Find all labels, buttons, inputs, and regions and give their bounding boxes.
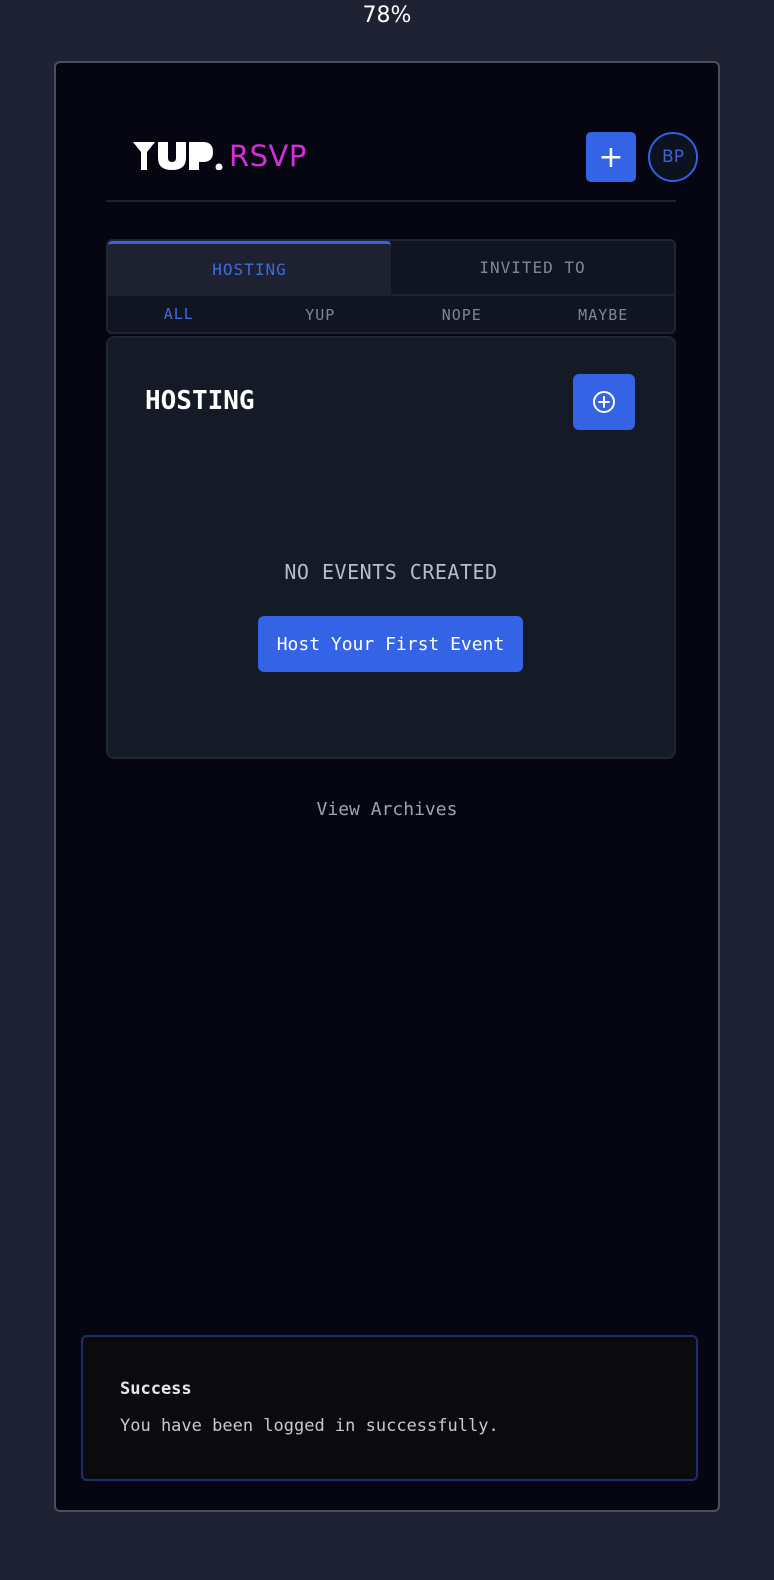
plus-icon: + (598, 139, 624, 175)
tabs-container: HOSTING INVITED TO ALL YUP NOPE MAYBE (106, 239, 676, 334)
filter-all[interactable]: ALL (108, 296, 250, 332)
logo-rsvp: RSVP (229, 139, 307, 173)
filter-maybe[interactable]: MAYBE (533, 296, 675, 332)
empty-state-text: NO EVENTS CREATED (284, 560, 498, 584)
plus-circle-icon (593, 391, 615, 413)
filter-yup[interactable]: YUP (250, 296, 392, 332)
app-frame: RSVP + BP HOSTING INVITED TO ALL YUP NOP… (54, 61, 720, 1512)
view-archives-link[interactable]: View Archives (56, 799, 718, 820)
tab-invited-to[interactable]: INVITED TO (391, 241, 674, 294)
add-event-button[interactable]: + (586, 132, 636, 182)
host-first-event-button[interactable]: Host Your First Event (258, 616, 523, 672)
zoom-level: 78% (362, 3, 412, 28)
avatar[interactable]: BP (648, 132, 698, 182)
toast-message: You have been logged in successfully. (120, 1416, 499, 1436)
toast-title: Success (120, 1379, 192, 1399)
logo-yup-mark (133, 142, 223, 170)
card-title: HOSTING (145, 386, 255, 416)
success-toast: Success You have been logged in successf… (81, 1335, 698, 1481)
filter-tabs: ALL YUP NOPE MAYBE (108, 296, 675, 332)
tab-hosting[interactable]: HOSTING (108, 241, 391, 294)
hosting-card: HOSTING NO EVENTS CREATED Host Your Firs… (106, 336, 676, 759)
create-event-button[interactable] (573, 374, 635, 430)
app-header: RSVP + BP (106, 63, 698, 202)
logo[interactable]: RSVP (133, 139, 307, 173)
filter-nope[interactable]: NOPE (391, 296, 533, 332)
main-tabs: HOSTING INVITED TO (108, 241, 674, 296)
